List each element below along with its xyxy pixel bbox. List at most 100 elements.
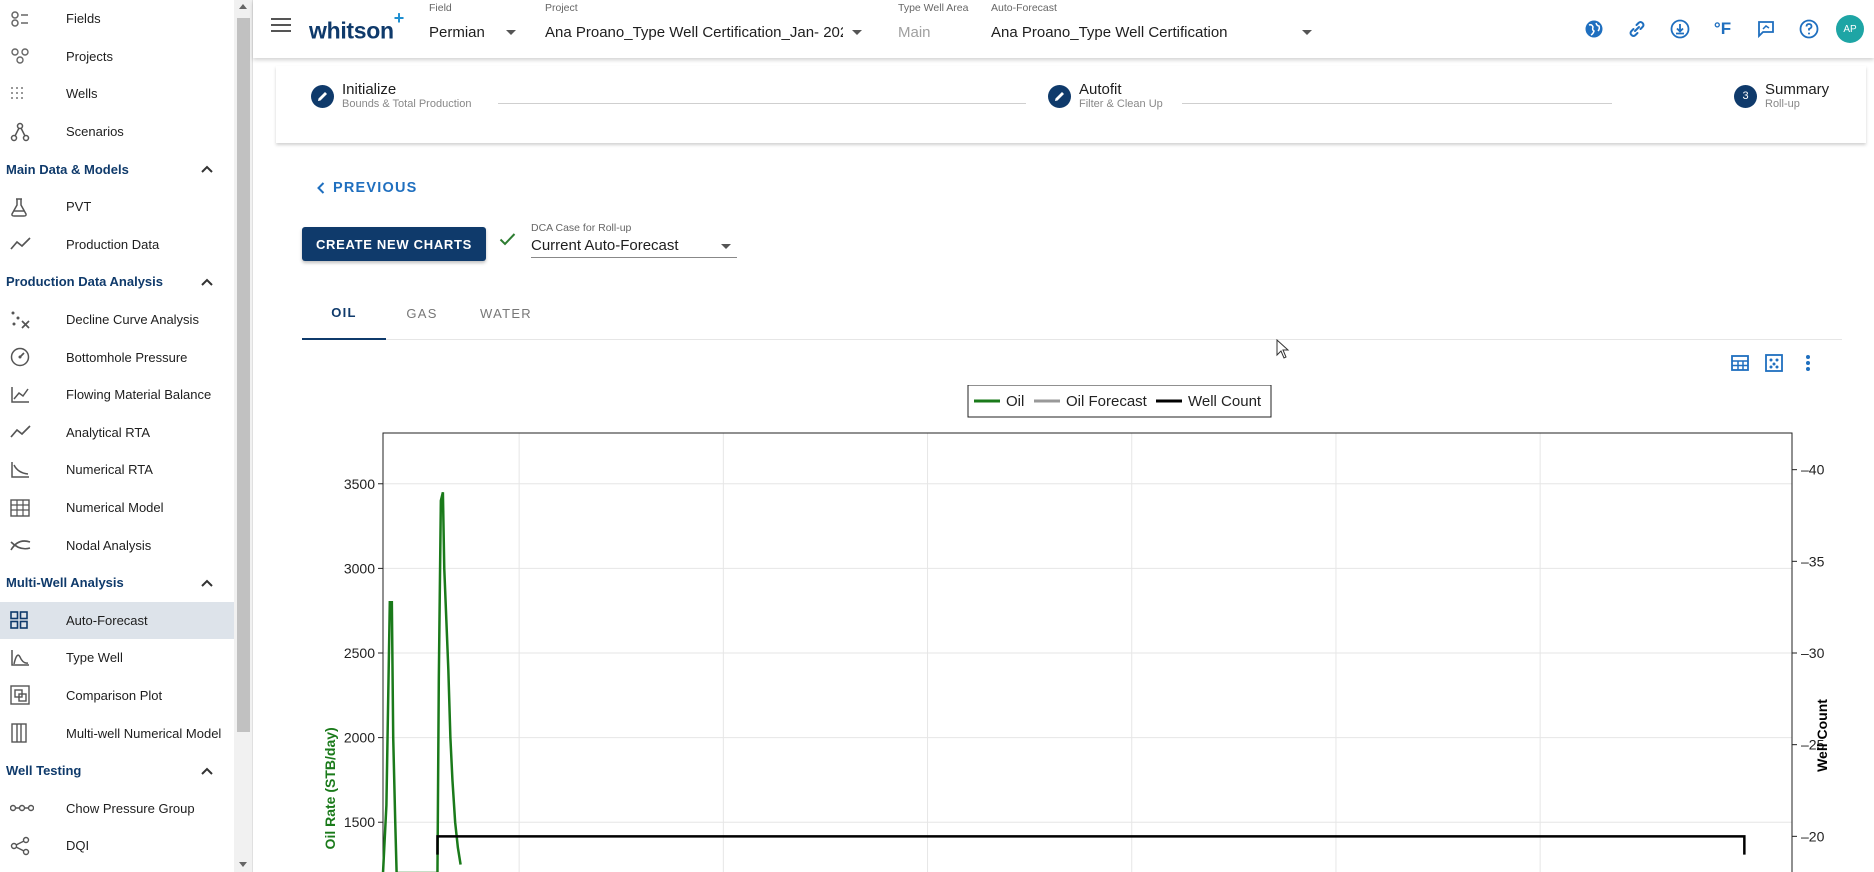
chain-icon: [0, 803, 66, 813]
scroll-down-arrow-icon[interactable]: [239, 862, 247, 867]
step-autofit[interactable]: Autofit Filter & Clean Up: [1048, 66, 1163, 126]
chevron-up-icon[interactable]: [200, 576, 214, 590]
scroll-up-arrow-icon[interactable]: [239, 4, 247, 9]
sidebar-item-analytical-rta[interactable]: Analytical RTA: [0, 414, 234, 452]
grid-model-icon: [0, 498, 66, 517]
dca-caption: DCA Case for Roll-up: [531, 222, 632, 234]
app-window: Fields Projects Wells Scenarios Main Data & …: [0, 0, 1874, 872]
chevron-up-icon[interactable]: [200, 162, 214, 176]
sidebar-item-label: Projects: [66, 48, 113, 64]
y-tick-label: 3000: [344, 560, 375, 576]
sidebar-item-wells[interactable]: Wells: [0, 75, 234, 113]
phase-tabs: OIL GAS WATER: [302, 286, 1842, 340]
edit-icon: [1048, 84, 1071, 108]
tab-gas[interactable]: GAS: [386, 286, 458, 340]
avatar[interactable]: AP: [1836, 15, 1864, 43]
sidebar: Fields Projects Wells Scenarios Main Data & …: [0, 0, 253, 872]
create-new-charts-button[interactable]: CREATE NEW CHARTS: [302, 227, 486, 261]
download-icon[interactable]: [1658, 0, 1701, 58]
columns-icon: [0, 723, 66, 743]
y-tick-label: 1500: [344, 814, 375, 830]
type-well-area-select[interactable]: Type Well Area Main: [898, 0, 978, 58]
sidebar-item-numerical-rta[interactable]: Numerical RTA: [0, 451, 234, 489]
dca-case-select[interactable]: DCA Case for Roll-up Current Auto-Foreca…: [531, 222, 737, 258]
y2-tick-label: –40: [1801, 462, 1825, 478]
sidebar-item-auto-forecast[interactable]: Auto-Forecast: [0, 601, 234, 640]
previous-button[interactable]: PREVIOUS: [317, 180, 418, 196]
field-select[interactable]: Field Permian: [429, 0, 554, 58]
legend-label[interactable]: Well Count: [1188, 393, 1262, 410]
chart-lines-icon: [0, 386, 66, 404]
step-initialize[interactable]: Initialize Bounds & Total Production: [311, 66, 471, 126]
y-axis-label: Oil Rate (STB/day): [322, 727, 338, 849]
sidebar-item-numerical-model[interactable]: Numerical Model: [0, 489, 234, 527]
sidebar-item-pvt[interactable]: PVT: [0, 188, 234, 226]
sidebar-section-production-data-analysis[interactable]: Production Data Analysis: [0, 263, 234, 301]
chevron-down-icon: [721, 244, 731, 249]
project-caption: Project: [545, 2, 578, 14]
type-well-area-value: Main: [898, 24, 931, 41]
help-icon[interactable]: [1787, 0, 1830, 58]
curve-icon: [0, 649, 66, 667]
series-oil-line: [381, 491, 462, 872]
scrollbar-thumb[interactable]: [237, 18, 250, 732]
auto-forecast-select[interactable]: Auto-Forecast Ana Proano_Type Well Certi…: [991, 0, 1321, 58]
sidebar-section-main-data-models[interactable]: Main Data & Models: [0, 150, 234, 188]
sidebar-item-type-well[interactable]: Type Well: [0, 639, 234, 677]
sidebar-item-fields[interactable]: Fields: [0, 0, 234, 38]
chevron-up-icon[interactable]: [200, 764, 214, 778]
table-view-icon[interactable]: [1723, 351, 1757, 375]
sidebar-list: Fields Projects Wells Scenarios Main Data & …: [0, 0, 234, 865]
sidebar-item-chow-pressure-group[interactable]: Chow Pressure Group: [0, 789, 234, 827]
chevron-up-icon[interactable]: [200, 275, 214, 289]
tab-water[interactable]: WATER: [458, 286, 554, 340]
menu-icon[interactable]: [271, 18, 291, 34]
compare-icon: [0, 685, 66, 706]
step-connector: [498, 103, 1026, 104]
sidebar-item-flowing-material-balance[interactable]: Flowing Material Balance: [0, 376, 234, 414]
y-tick-label: 3500: [344, 476, 375, 492]
step-number-badge: 3: [1734, 84, 1757, 108]
more-options-icon[interactable]: [1791, 351, 1825, 375]
sidebar-item-dqi[interactable]: DQI: [0, 827, 234, 865]
sidebar-section-multi-well-analysis[interactable]: Multi-Well Analysis: [0, 564, 234, 602]
tab-oil[interactable]: OIL: [302, 286, 386, 340]
mouse-cursor-icon: [1276, 338, 1290, 364]
globe-icon[interactable]: [1572, 0, 1615, 58]
logo[interactable]: whitson+: [309, 8, 404, 45]
temperature-unit-button[interactable]: °F: [1701, 0, 1744, 58]
sidebar-item-decline-curve-analysis[interactable]: Decline Curve Analysis: [0, 301, 234, 339]
sidebar-item-production-data[interactable]: Production Data: [0, 226, 234, 264]
trend-icon: [0, 236, 66, 252]
y2-axis-label: Well Count: [1814, 699, 1830, 772]
sidebar-item-projects[interactable]: Projects: [0, 38, 234, 76]
link-icon[interactable]: [1615, 0, 1658, 58]
scatter-view-icon[interactable]: [1757, 351, 1791, 375]
check-icon: [499, 231, 516, 251]
sidebar-section-title: Well Testing: [6, 763, 82, 779]
step-summary[interactable]: 3 Summary Roll-up: [1734, 66, 1829, 126]
stepper: Initialize Bounds & Total Production Auto…: [276, 66, 1866, 143]
main-content: Initialize Bounds & Total Production Auto…: [253, 58, 1874, 872]
sidebar-item-bottomhole-pressure[interactable]: Bottomhole Pressure: [0, 338, 234, 376]
sidebar-scrollbar[interactable]: [234, 0, 252, 872]
decline-icon: [0, 310, 66, 330]
sidebar-item-label: Chow Pressure Group: [66, 800, 195, 816]
sidebar-item-label: Multi-well Numerical Model: [66, 725, 222, 741]
chevron-down-icon: [852, 30, 862, 35]
sidebar-item-nodal-analysis[interactable]: Nodal Analysis: [0, 526, 234, 564]
sidebar-item-multi-well-numerical-model[interactable]: Multi-well Numerical Model: [0, 714, 234, 752]
y-tick-label: 2000: [344, 730, 375, 746]
oil-rate-chart: 1500 2000 2500 3000 3500 –20 –25 –30 –35 –40 Oil R…: [319, 385, 1849, 872]
edit-icon: [311, 84, 334, 108]
project-select[interactable]: Project Ana Proano_Type Well Certificati…: [545, 0, 875, 58]
sidebar-item-scenarios[interactable]: Scenarios: [0, 113, 234, 151]
scenarios-icon: [0, 122, 66, 142]
gauge-icon: [0, 347, 66, 367]
legend-label[interactable]: Oil: [1006, 393, 1024, 410]
sidebar-section-well-testing[interactable]: Well Testing: [0, 752, 234, 790]
legend-label[interactable]: Oil Forecast: [1066, 393, 1148, 410]
feedback-icon[interactable]: [1744, 0, 1787, 58]
share-icon: [0, 836, 66, 856]
sidebar-item-comparison-plot[interactable]: Comparison Plot: [0, 677, 234, 715]
